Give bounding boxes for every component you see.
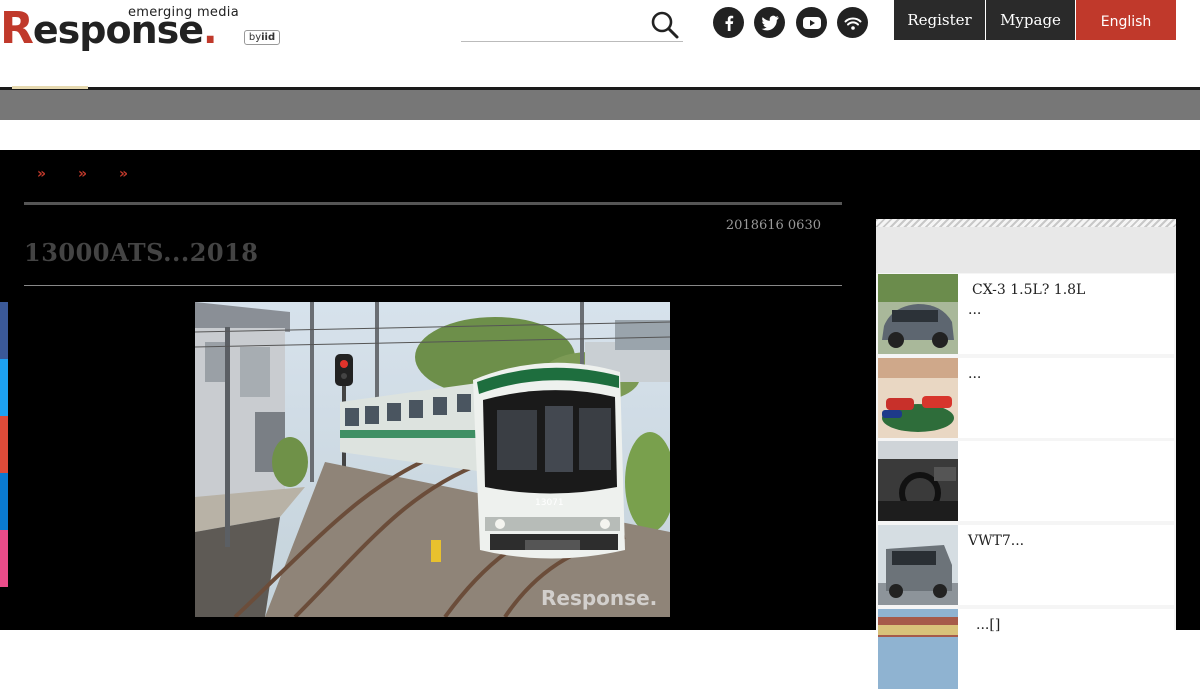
divider <box>24 202 842 205</box>
register-button[interactable]: Register <box>894 0 985 40</box>
svg-text:13071: 13071 <box>535 498 564 508</box>
ranking-item-subtitle: ... <box>968 302 982 318</box>
ranking-item-title: CX-3 1.5L? 1.8L <box>972 282 1086 298</box>
breadcrumb-separator: » <box>37 166 47 182</box>
facebook-icon[interactable] <box>713 7 744 38</box>
article-title: 13000ATS...2018 <box>24 238 259 267</box>
photo-watermark: Response. <box>541 586 657 610</box>
ranking-item[interactable] <box>878 441 1174 521</box>
ranking-sidebar: CX-3 1.5L? 1.8L ... ... VWT7... ...[] <box>876 219 1176 689</box>
site-header: emerging media Response. byiid Register … <box>0 0 1200 88</box>
ranking-item-title: VWT7... <box>968 533 1025 549</box>
article-date: 2018616 0630 <box>725 218 821 233</box>
facebook-share-button[interactable] <box>0 302 8 359</box>
mypage-button[interactable]: Mypage <box>986 0 1075 40</box>
pocket-share-button[interactable] <box>0 530 8 587</box>
ranking-thumbnail <box>878 441 958 521</box>
ranking-item[interactable]: CX-3 1.5L? 1.8L ... <box>878 274 1174 354</box>
ranking-thumbnail <box>878 358 958 438</box>
twitter-share-button[interactable] <box>0 359 8 416</box>
search-icon[interactable] <box>649 9 681 41</box>
hatena-share-button[interactable] <box>0 416 8 473</box>
youtube-icon[interactable] <box>796 7 827 38</box>
line-share-button[interactable] <box>0 473 8 530</box>
breadcrumb-separator: » <box>78 166 88 182</box>
breadcrumb-separator: » <box>119 166 129 182</box>
ad-band <box>0 120 1200 150</box>
logo-wordmark: Response. <box>0 3 218 54</box>
search-box <box>461 4 683 42</box>
ranking-item[interactable]: ... <box>878 358 1174 438</box>
sub-nav-bar <box>0 90 1200 120</box>
ranking-item-subtitle: ... <box>968 366 982 382</box>
ranking-thumbnail <box>878 525 958 605</box>
sidebar-hatch <box>876 219 1176 227</box>
logo-byiid-badge: byiid <box>244 30 280 45</box>
nav-active-indicator <box>12 86 88 89</box>
article-photo[interactable]: 13071 Response. <box>195 302 670 617</box>
search-input[interactable] <box>461 4 641 40</box>
ranking-thumbnail <box>878 274 958 354</box>
ranking-item[interactable]: VWT7... <box>878 525 1174 605</box>
english-button[interactable]: English <box>1076 0 1176 40</box>
site-logo[interactable]: emerging media Response. byiid <box>0 2 285 52</box>
ranking-thumbnail <box>878 609 958 689</box>
sidebar-header <box>876 227 1176 273</box>
divider <box>24 285 842 286</box>
article-area: » » » 2018616 0630 13000ATS...2018 13071… <box>0 150 1200 689</box>
ranking-item[interactable]: ...[] <box>878 609 1174 689</box>
rss-icon[interactable] <box>837 7 868 38</box>
ranking-item-title: ...[] <box>976 617 1001 633</box>
twitter-icon[interactable] <box>754 7 785 38</box>
